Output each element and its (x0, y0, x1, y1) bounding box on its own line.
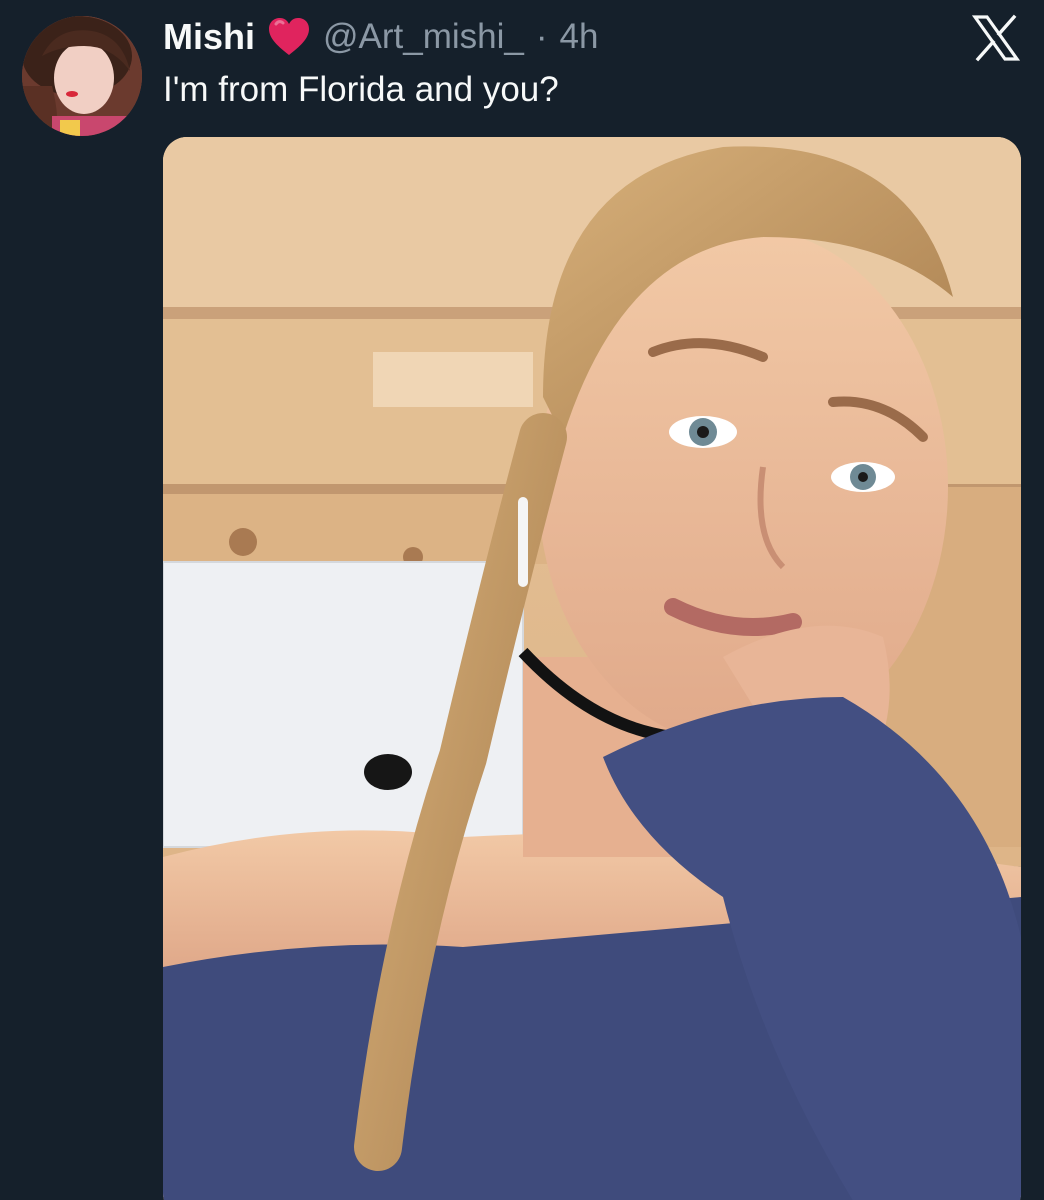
tweet-text: I'm from Florida and you? (163, 70, 559, 109)
red-heart-icon (269, 18, 310, 55)
avatar-image (22, 16, 142, 136)
x-logo-icon[interactable] (971, 14, 1021, 62)
author-display-name[interactable]: Mishi (163, 16, 255, 58)
author-handle[interactable]: @Art_mishi_ (323, 17, 524, 57)
header-separator: · (535, 17, 548, 56)
tweet-header: Mishi @Art_mishi_ · 4h (163, 14, 598, 60)
tweet: Mishi @Art_mishi_ · 4h I'm from Florida … (0, 0, 1044, 1200)
author-avatar[interactable] (22, 16, 142, 136)
tweet-timestamp[interactable]: 4h (560, 17, 599, 57)
photo-image (163, 137, 1021, 1200)
tweet-photo[interactable] (163, 137, 1021, 1200)
